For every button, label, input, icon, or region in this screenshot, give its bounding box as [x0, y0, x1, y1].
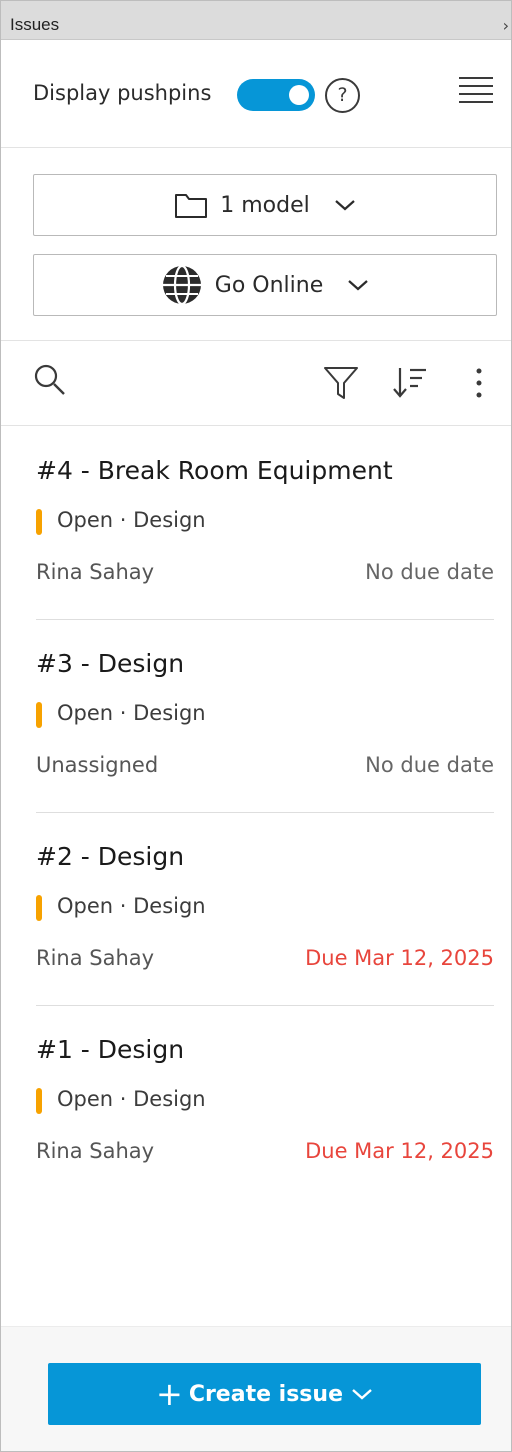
menu-line — [459, 93, 493, 95]
status-indicator — [36, 1088, 42, 1114]
issue-list-item[interactable]: #3 - Design Open · Design Unassigned No … — [36, 619, 494, 813]
status-indicator — [36, 509, 42, 535]
online-mode-selector[interactable]: Go Online — [33, 254, 497, 316]
display-pushpins-toggle[interactable] — [237, 79, 315, 111]
collapse-icon[interactable]: › — [503, 16, 509, 35]
issue-assignee: Rina Sahay — [36, 1139, 155, 1163]
selectors-row: 1 model Go Online — [1, 148, 511, 341]
issue-title: #3 - Design — [36, 649, 185, 678]
search-icon[interactable] — [33, 363, 67, 401]
issue-due-date: No due date — [365, 560, 494, 584]
chevron-down-icon — [351, 1387, 373, 1401]
issue-list-item[interactable]: #4 - Break Room Equipment Open · Design … — [36, 426, 494, 620]
create-issue-button[interactable]: + Create issue — [48, 1363, 481, 1425]
issue-status: Open · Design — [57, 1087, 206, 1111]
issue-title: #4 - Break Room Equipment — [36, 456, 393, 485]
menu-line — [459, 101, 493, 103]
issue-list-item[interactable]: #1 - Design Open · Design Rina Sahay Due… — [36, 1005, 494, 1198]
sort-icon[interactable] — [392, 365, 428, 405]
status-indicator — [36, 895, 42, 921]
panel-titlebar: Issues › — [1, 1, 511, 40]
issue-title: #1 - Design — [36, 1035, 185, 1064]
model-selector-label: 1 model — [220, 192, 310, 218]
menu-line — [459, 77, 493, 79]
toggle-knob — [289, 85, 309, 105]
menu-line — [459, 85, 493, 87]
chevron-down-icon — [347, 278, 369, 292]
issues-toolbar — [1, 341, 511, 426]
filter-icon[interactable] — [323, 365, 359, 405]
model-selector[interactable]: 1 model — [33, 174, 497, 236]
issue-status: Open · Design — [57, 508, 206, 532]
online-mode-label: Go Online — [214, 272, 324, 298]
pushpins-row: Display pushpins ? — [1, 41, 511, 148]
issue-list-item[interactable]: #2 - Design Open · Design Rina Sahay Due… — [36, 812, 494, 1006]
display-pushpins-label: Display pushpins — [33, 81, 212, 105]
issue-assignee: Rina Sahay — [36, 946, 155, 970]
issue-title: #2 - Design — [36, 842, 185, 871]
help-icon[interactable]: ? — [325, 78, 360, 113]
panel-footer: + Create issue — [1, 1326, 511, 1451]
status-indicator — [36, 702, 42, 728]
issue-due-date: Due Mar 12, 2025 — [305, 946, 494, 970]
plus-icon: + — [156, 1375, 183, 1413]
issue-assignee: Rina Sahay — [36, 560, 155, 584]
panel-title: Issues — [10, 15, 60, 34]
create-issue-label: Create issue — [188, 1381, 343, 1407]
issue-status: Open · Design — [57, 701, 206, 725]
issues-panel: Issues › Display pushpins ? 1 model Go O… — [0, 0, 512, 1452]
globe-icon — [161, 264, 203, 306]
hamburger-menu-icon[interactable] — [459, 77, 493, 109]
chevron-down-icon — [334, 198, 356, 212]
folder-icon — [174, 191, 208, 219]
more-vertical-icon[interactable] — [471, 367, 487, 403]
issue-assignee: Unassigned — [36, 753, 159, 777]
issue-status: Open · Design — [57, 894, 206, 918]
issue-due-date: No due date — [365, 753, 494, 777]
issue-due-date: Due Mar 12, 2025 — [305, 1139, 494, 1163]
